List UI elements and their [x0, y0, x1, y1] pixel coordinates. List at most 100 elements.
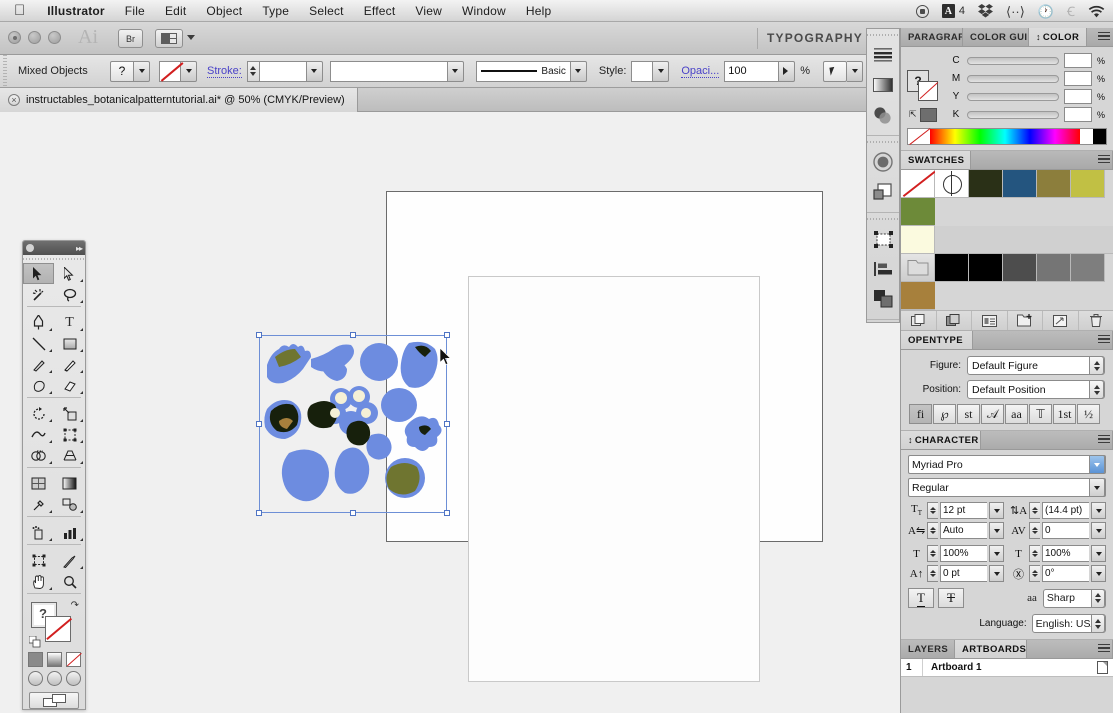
document-canvas[interactable]: ▸▸ T ? ↷: [0, 112, 900, 713]
leading-caret-icon[interactable]: [1091, 502, 1106, 519]
opacity-slider-caret-icon[interactable]: [779, 60, 796, 82]
artboards-panel-icon[interactable]: [867, 224, 899, 254]
new-color-group-icon[interactable]: [1008, 311, 1043, 330]
symbol-sprayer-tool[interactable]: [23, 522, 54, 543]
swatch-khaki[interactable]: [1037, 170, 1071, 198]
selection-handle-w[interactable]: [256, 421, 262, 427]
font-size-field[interactable]: TT 12 pt: [908, 502, 1004, 519]
vertical-scale-field[interactable]: T 100%: [908, 545, 1004, 562]
opacity-field[interactable]: 100: [724, 60, 796, 82]
swatch-gray-light[interactable]: [1071, 254, 1105, 282]
arrange-documents-caret-icon[interactable]: [187, 35, 195, 40]
menu-edit[interactable]: Edit: [165, 4, 186, 18]
font-style-caret-icon[interactable]: [1089, 478, 1105, 497]
perspective-grid-tool[interactable]: [54, 445, 85, 466]
bridge-button[interactable]: Br: [118, 29, 143, 48]
menu-window[interactable]: Window: [462, 4, 506, 18]
select-similar-caret-icon[interactable]: [847, 60, 864, 82]
contextual-alternates-icon[interactable]: ℘: [933, 404, 956, 424]
brush-caret-icon[interactable]: [570, 60, 587, 82]
horizontal-scale-caret-icon[interactable]: [1091, 545, 1106, 562]
shape-builder-tool[interactable]: [23, 445, 54, 466]
default-fill-stroke-icon[interactable]: [29, 636, 41, 648]
column-graph-tool[interactable]: [54, 522, 85, 543]
spectrum-white-swatch[interactable]: [1080, 129, 1093, 144]
tab-character[interactable]: ↕ CHARACTER: [901, 431, 981, 449]
kerning-caret-icon[interactable]: [989, 522, 1004, 539]
slice-tool[interactable]: [54, 550, 85, 571]
blend-tool[interactable]: [54, 494, 85, 515]
close-window-button[interactable]: [8, 31, 21, 44]
dock-grip-1[interactable]: [867, 32, 899, 38]
stroke-profile-value[interactable]: [329, 60, 448, 82]
swatch-dark-olive[interactable]: [969, 170, 1003, 198]
direct-selection-tool[interactable]: [54, 263, 85, 284]
titling-alternates-icon[interactable]: 𝕋: [1029, 404, 1052, 424]
swap-fill-stroke-icon[interactable]: ↷: [71, 600, 79, 611]
vertical-scale-stepper[interactable]: [927, 545, 938, 562]
menu-help[interactable]: Help: [526, 4, 551, 18]
swatch-libraries-icon[interactable]: [901, 311, 937, 330]
paintbrush-tool[interactable]: [23, 354, 54, 375]
tab-color[interactable]: ↕ COLOR: [1029, 28, 1088, 46]
apple-icon[interactable]: : [14, 3, 25, 18]
menu-file[interactable]: File: [125, 4, 145, 18]
ordinals-icon[interactable]: 1st: [1053, 404, 1076, 424]
horizontal-scale-field[interactable]: T 100%: [1010, 545, 1106, 562]
menu-type[interactable]: Type: [262, 4, 289, 18]
cyan-value[interactable]: [1064, 53, 1092, 68]
selection-handle-se[interactable]: [444, 510, 450, 516]
pathfinder-panel-icon[interactable]: [867, 284, 899, 314]
color-mode-button[interactable]: [27, 652, 43, 667]
graphic-style-field[interactable]: [631, 60, 670, 82]
selection-handle-n[interactable]: [350, 332, 356, 338]
antialias-stepper-icon[interactable]: [1091, 588, 1106, 608]
kerning-value[interactable]: Auto: [940, 522, 987, 539]
color-spectrum-ramp[interactable]: [907, 128, 1107, 145]
swatch-registration[interactable]: [935, 170, 969, 198]
stroke-weight-field[interactable]: [246, 60, 323, 82]
vertical-scale-value[interactable]: 100%: [940, 545, 987, 562]
menu-select[interactable]: Select: [309, 4, 344, 18]
selection-handle-ne[interactable]: [444, 332, 450, 338]
dock-grip-3[interactable]: [867, 216, 899, 222]
swash-icon[interactable]: 𝒜: [981, 404, 1004, 424]
font-size-stepper[interactable]: [927, 502, 938, 519]
appearance-caret-icon[interactable]: [134, 60, 150, 82]
type-tool[interactable]: T: [54, 312, 85, 333]
artboard-tool[interactable]: [23, 550, 54, 571]
leading-stepper[interactable]: [1029, 502, 1040, 519]
vertical-scale-caret-icon[interactable]: [989, 545, 1004, 562]
spectrum-bar[interactable]: [930, 129, 1080, 144]
workspace-switcher[interactable]: TYPOGRAPHY: [767, 31, 863, 45]
stroke-profile-caret-icon[interactable]: [447, 60, 464, 82]
horizontal-scale-value[interactable]: 100%: [1042, 545, 1089, 562]
menu-object[interactable]: Object: [206, 4, 242, 18]
leading-value[interactable]: (14.4 pt): [1042, 502, 1089, 519]
artboard-name[interactable]: Artboard 1: [923, 662, 1091, 673]
delete-swatch-icon[interactable]: [1079, 311, 1113, 330]
character-rotation-field[interactable]: Ⓧ 0°: [1010, 565, 1106, 582]
swatch-folder[interactable]: [901, 254, 935, 282]
arrange-documents-icon[interactable]: [155, 29, 183, 48]
graphic-style-caret-icon[interactable]: [653, 60, 670, 82]
eraser-tool[interactable]: [54, 375, 85, 396]
swatch-gold[interactable]: [901, 282, 935, 310]
tab-artboards[interactable]: ARTBOARDS: [955, 640, 1027, 658]
stroke-weight-caret-icon[interactable]: [306, 60, 323, 82]
swatch-green[interactable]: [901, 198, 935, 226]
lasso-tool[interactable]: [54, 284, 85, 305]
fractions-icon[interactable]: ½: [1077, 404, 1100, 424]
discretionary-ligatures-icon[interactable]: st: [957, 404, 980, 424]
time-machine-icon[interactable]: 🕐: [1038, 5, 1054, 18]
free-transform-tool[interactable]: [54, 424, 85, 445]
magenta-slider[interactable]: [967, 74, 1059, 83]
artboards-panel-menu-icon[interactable]: [1098, 644, 1110, 655]
tracking-stepper[interactable]: [1029, 522, 1040, 539]
character-panel-menu-icon[interactable]: [1098, 435, 1110, 446]
line-segment-tool[interactable]: [23, 333, 54, 354]
align-panel-icon[interactable]: [867, 254, 899, 284]
tracking-field[interactable]: AV 0: [1010, 522, 1106, 539]
dropbox-icon[interactable]: [978, 4, 993, 18]
artboard-page-icon[interactable]: [1091, 661, 1113, 674]
